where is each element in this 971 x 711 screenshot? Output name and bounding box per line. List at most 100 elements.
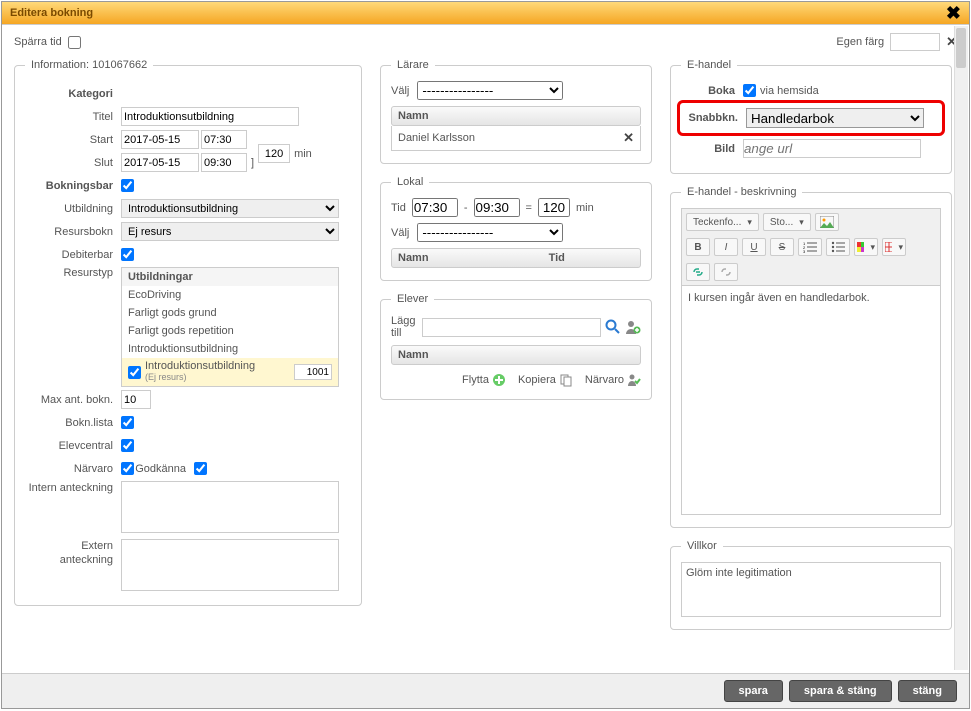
lokal-tid-label: Tid	[391, 202, 406, 214]
ehandel-beskrivning-fieldset: E-handel - beskrivning Teckenfo... Sto..…	[670, 186, 952, 528]
resurstyp-listbox[interactable]: Utbildningar EcoDriving Farligt gods gru…	[121, 267, 339, 387]
boknlista-checkbox[interactable]	[121, 416, 134, 429]
slut-time-input[interactable]	[201, 153, 247, 172]
narvaro-checkbox[interactable]	[121, 462, 134, 475]
extern-label: Extern anteckning	[25, 539, 121, 568]
lokal-tid-header: Tid	[549, 252, 565, 264]
spara-stang-button[interactable]: spara & stäng	[789, 680, 892, 702]
stang-button[interactable]: stäng	[898, 680, 957, 702]
titel-input[interactable]	[121, 107, 299, 126]
snabbkn-label: Snabbkn.	[684, 112, 746, 124]
boka-checkbox[interactable]	[743, 84, 756, 97]
debiterbar-label: Debiterbar	[25, 249, 121, 261]
lokal-legend: Lokal	[391, 176, 429, 188]
sparra-tid-row: Spärra tid	[14, 36, 81, 49]
debiterbar-checkbox[interactable]	[121, 248, 134, 261]
narvaro-action[interactable]: Närvaro	[585, 373, 641, 387]
resurstyp-item[interactable]: Farligt gods repetition	[122, 322, 338, 340]
ehandel-beskr-legend: E-handel - beskrivning	[681, 186, 802, 198]
link-button[interactable]	[686, 263, 710, 281]
italic-button[interactable]: I	[714, 238, 738, 256]
scrollbar-thumb[interactable]	[956, 28, 966, 68]
resurstyp-item[interactable]: Farligt gods grund	[122, 304, 338, 322]
strike-button[interactable]: S	[770, 238, 794, 256]
start-date-input[interactable]	[121, 130, 199, 149]
ordered-list-button[interactable]: 123	[798, 238, 822, 256]
bild-label: Bild	[681, 143, 743, 155]
kategori-label: Kategori	[25, 88, 121, 100]
larare-valj-label: Välj	[391, 85, 409, 97]
elevcentral-checkbox[interactable]	[121, 439, 134, 452]
editor-toolbar: Teckenfo... Sto... B I U S 123	[681, 208, 941, 285]
larare-legend: Lärare	[391, 59, 435, 71]
resurstyp-item-selected[interactable]: Introduktionsutbildning (Ej resurs)	[122, 358, 338, 386]
underline-button[interactable]: U	[742, 238, 766, 256]
font-family-button[interactable]: Teckenfo...	[686, 213, 759, 231]
add-student-icon[interactable]	[625, 319, 641, 335]
ehandel-legend: E-handel	[681, 59, 737, 71]
narvaro-label: Närvaro	[25, 463, 121, 475]
lagg-till-input[interactable]	[422, 318, 601, 337]
table-button[interactable]	[882, 238, 906, 256]
slut-date-input[interactable]	[121, 153, 199, 172]
flytta-action[interactable]: Flytta	[462, 373, 506, 387]
font-size-button[interactable]: Sto...	[763, 213, 811, 231]
snabbkn-select[interactable]: Handledarbok	[746, 108, 924, 128]
elever-namn-header: Namn	[398, 349, 429, 361]
egen-farg-label: Egen färg	[836, 36, 884, 48]
close-icon[interactable]: ✖	[946, 3, 961, 24]
resurstyp-header: Utbildningar	[122, 268, 338, 286]
lokal-valj-select[interactable]: ----------------	[417, 223, 563, 242]
image-button[interactable]	[815, 213, 839, 231]
lokal-t1-input[interactable]	[412, 198, 458, 217]
unordered-list-button[interactable]	[826, 238, 850, 256]
spara-button[interactable]: spara	[724, 680, 783, 702]
elever-legend: Elever	[391, 293, 434, 305]
villkor-textarea[interactable]: Glöm inte legitimation	[681, 562, 941, 617]
bokningsbar-label: Bokningsbar	[25, 180, 121, 192]
larare-teacher-name: Daniel Karlsson	[398, 132, 475, 144]
max-ant-input[interactable]	[121, 390, 151, 409]
utbildning-label: Utbildning	[25, 203, 121, 215]
kopiera-action[interactable]: Kopiera	[518, 373, 573, 387]
utbildning-select[interactable]: Introduktionsutbildning	[121, 199, 339, 218]
resursbokn-label: Resursbokn	[25, 226, 121, 238]
remove-teacher-icon[interactable]	[623, 130, 634, 146]
lokal-t2-input[interactable]	[474, 198, 520, 217]
unlink-button[interactable]	[714, 263, 738, 281]
intern-anteckning-textarea[interactable]	[121, 481, 339, 533]
elevcentral-label: Elevcentral	[25, 440, 121, 452]
resurstyp-sel-value[interactable]	[294, 364, 332, 380]
resurstyp-label: Resurstyp	[25, 267, 121, 279]
svg-text:3: 3	[803, 249, 806, 253]
search-icon[interactable]	[605, 319, 621, 335]
bokningsbar-checkbox[interactable]	[121, 179, 134, 192]
villkor-legend: Villkor	[681, 540, 723, 552]
resursbokn-select[interactable]: Ej resurs	[121, 222, 339, 241]
start-label: Start	[25, 134, 121, 146]
godkanna-checkbox[interactable]	[194, 462, 207, 475]
resurstyp-item[interactable]: Introduktionsutbildning	[122, 340, 338, 358]
start-time-input[interactable]	[201, 130, 247, 149]
resurstyp-item[interactable]: EcoDriving	[122, 286, 338, 304]
dialog-title: Editera bokning	[10, 7, 93, 19]
scrollbar[interactable]	[954, 26, 968, 670]
color-button[interactable]	[854, 238, 878, 256]
editor-body[interactable]: I kursen ingår även en handledarbok.	[681, 285, 941, 515]
extern-anteckning-textarea[interactable]	[121, 539, 339, 591]
larare-valj-select[interactable]: ----------------	[417, 81, 563, 100]
bold-button[interactable]: B	[686, 238, 710, 256]
lokal-dur-input[interactable]	[538, 198, 570, 217]
lokal-min-label: min	[576, 202, 594, 214]
egen-farg-input[interactable]	[890, 33, 940, 51]
duration-input[interactable]	[258, 144, 290, 163]
resurstyp-sel-checkbox[interactable]	[128, 366, 141, 379]
intern-label: Intern anteckning	[25, 481, 121, 495]
bild-input[interactable]	[743, 139, 921, 158]
bracket-text: ]	[251, 157, 254, 169]
dialog-titlebar: Editera bokning ✖	[2, 2, 969, 25]
sparra-tid-checkbox[interactable]	[68, 36, 81, 49]
resurstyp-sel-label: Introduktionsutbildning	[145, 360, 255, 372]
boknlista-label: Bokn.lista	[25, 417, 121, 429]
godkanna-label: Godkänna	[134, 463, 194, 475]
